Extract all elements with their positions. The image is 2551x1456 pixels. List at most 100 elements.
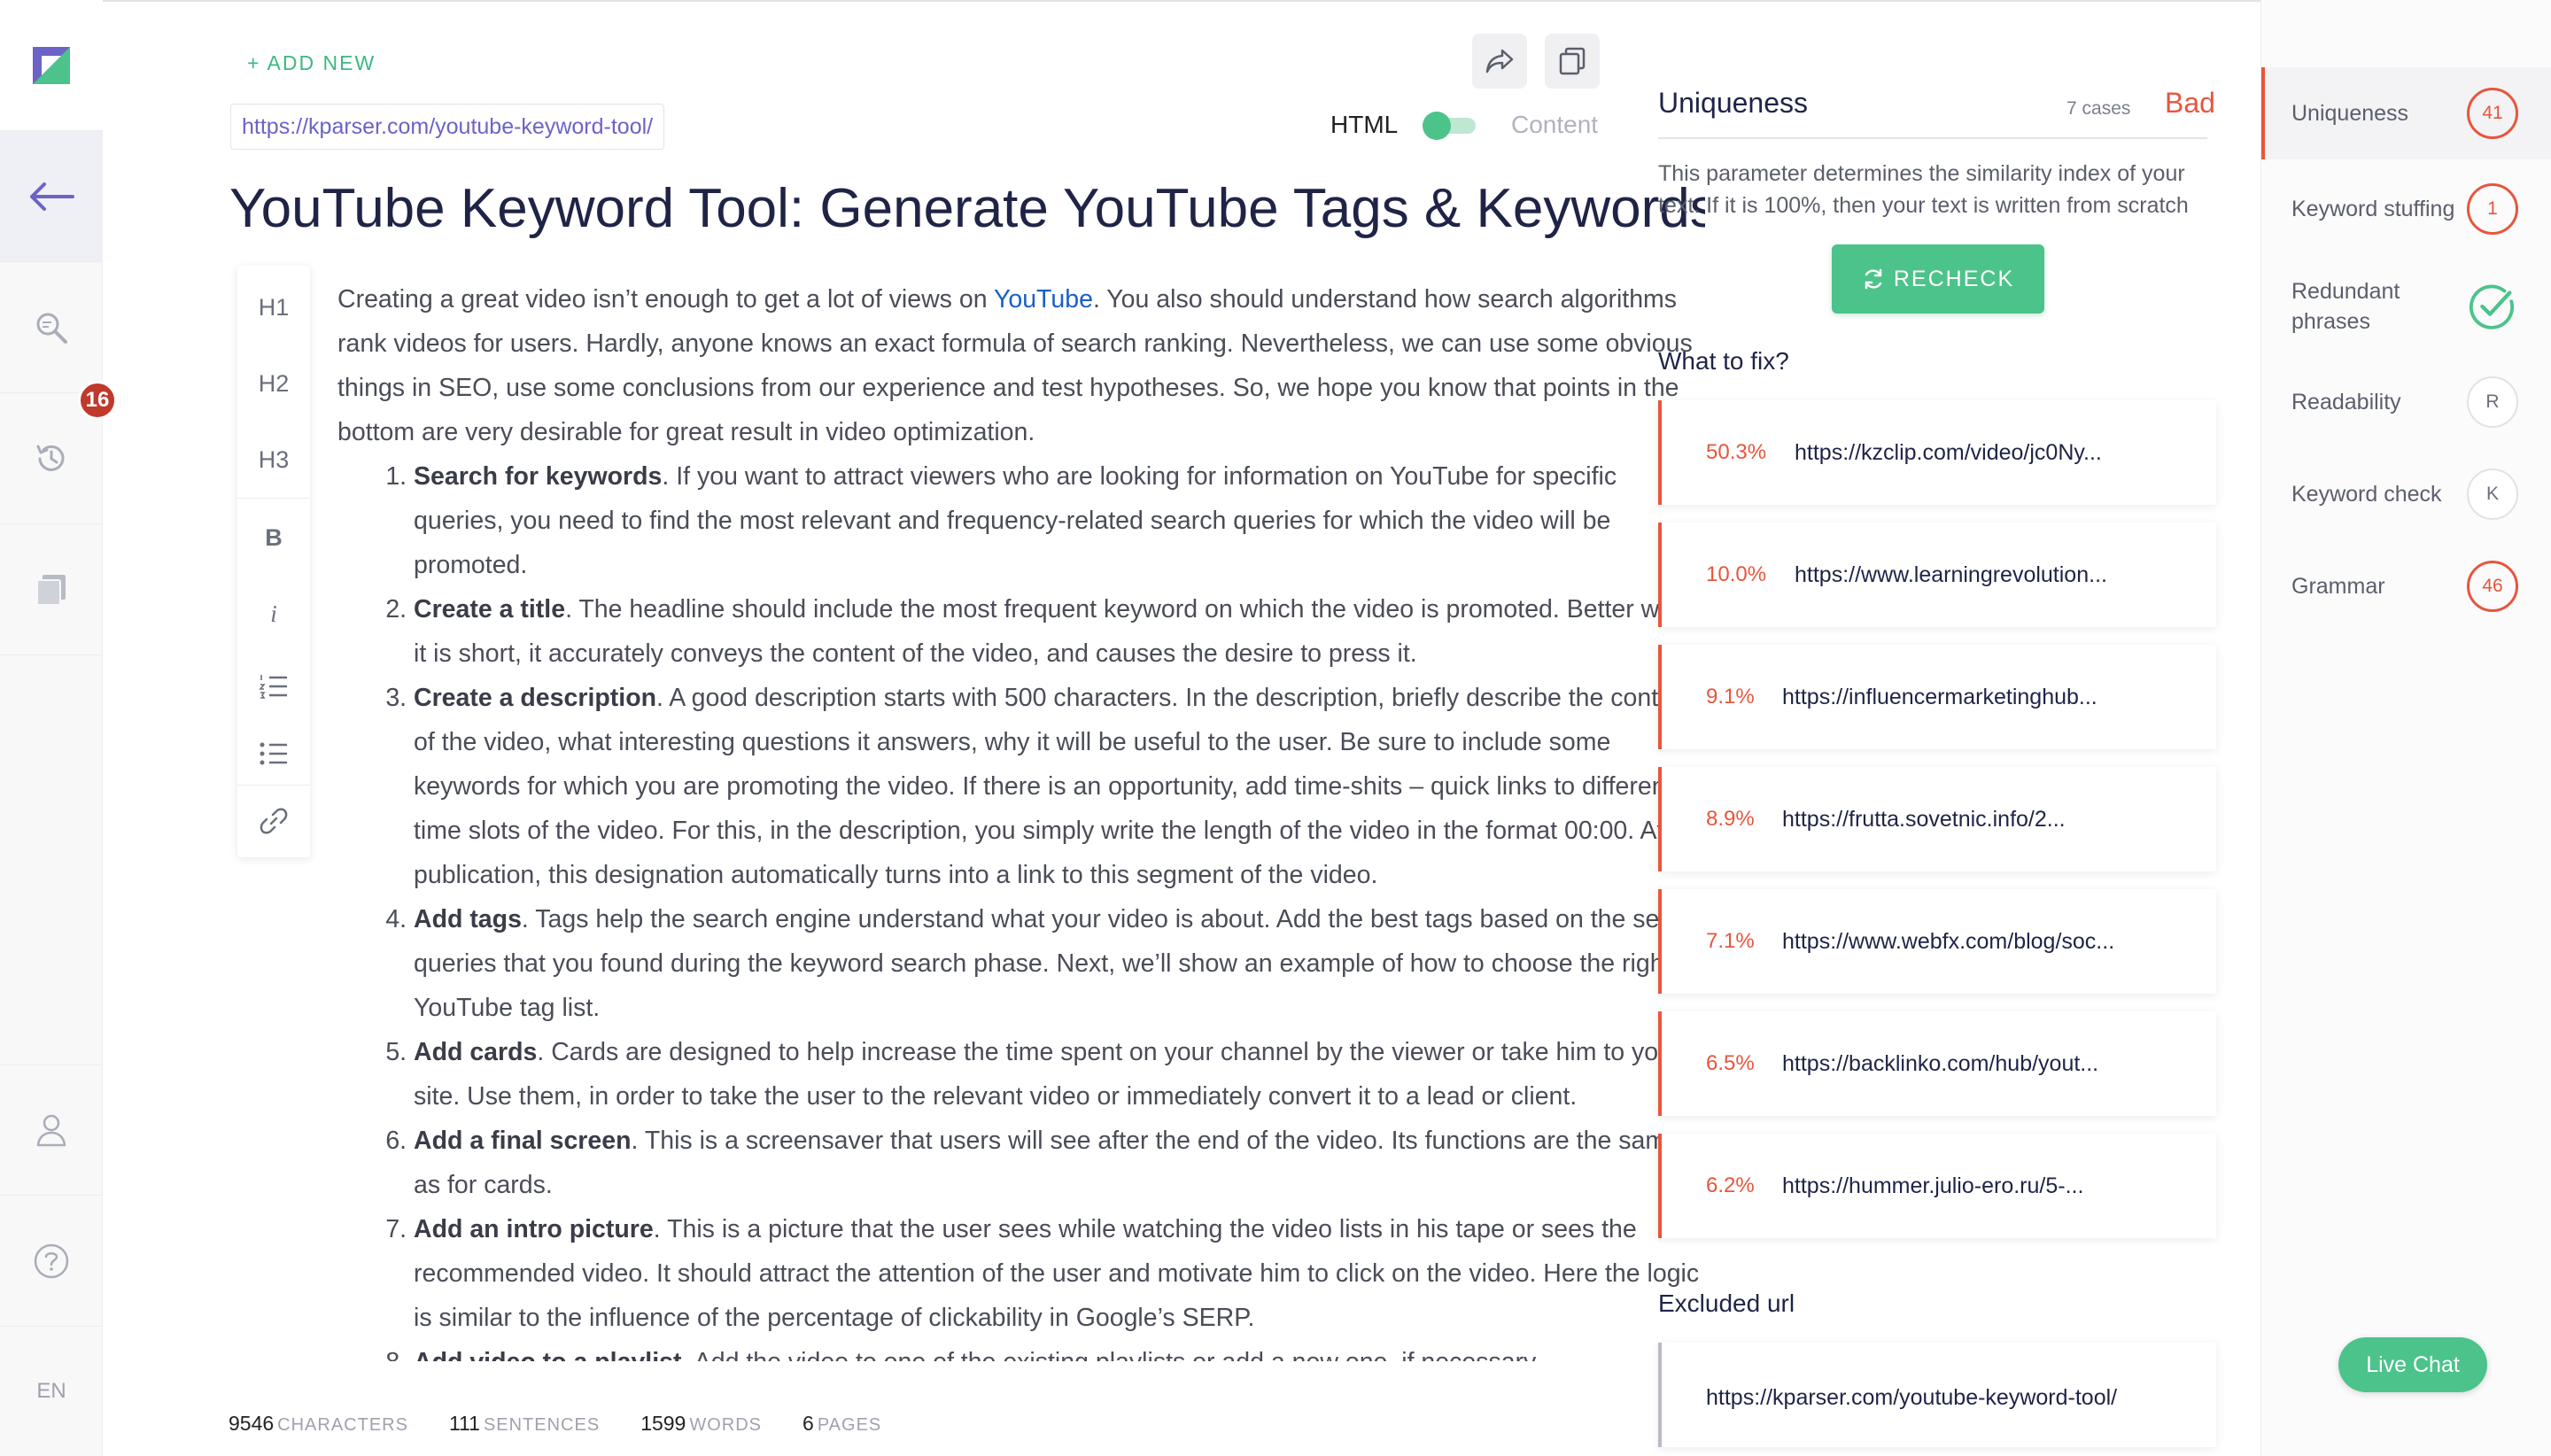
add-new-button[interactable]: + ADD NEW [247, 51, 376, 75]
stat-sentences: 111 SENTENCES [449, 1412, 600, 1436]
stat-label: PAGES [817, 1415, 882, 1435]
optimization-list: Search for keywords. If you want to attr… [337, 454, 1709, 1361]
uniqueness-score: 41 [2467, 88, 2518, 139]
match-card[interactable]: 50.3% https://kzclip.com/video/jc0Ny... [1658, 400, 2216, 505]
panel-divider [1658, 137, 2207, 139]
list-item: Create a description. A good description… [414, 676, 1709, 897]
list-item-heading: Add cards [414, 1038, 538, 1066]
help-icon [34, 1243, 69, 1278]
check-keyword-stuffing[interactable]: Keyword stuffing 1 [2261, 163, 2551, 255]
copy-icon [1559, 47, 1586, 75]
title-clip: YouTube Keyword Tool: Generate YouTube T… [229, 177, 1705, 248]
excluded-url-heading: Excluded url [1658, 1289, 1795, 1317]
refresh-icon [1865, 268, 1882, 290]
match-card[interactable]: 6.5% https://backlinko.com/hub/yout... [1658, 1011, 2216, 1116]
list-item-text: . The headline should include the most f… [414, 595, 1702, 668]
grammar-score: 46 [2467, 561, 2518, 612]
match-percent: 9.1% [1706, 685, 1755, 709]
app-logo[interactable] [0, 0, 103, 131]
share-button[interactable] [1472, 34, 1527, 89]
check-label: Uniqueness [2291, 101, 2409, 126]
match-url: https://kzclip.com/video/jc0Ny... [1795, 439, 2102, 465]
ordered-list-button[interactable] [237, 655, 310, 717]
stat-words: 1599 WORDS [640, 1412, 762, 1436]
match-url: https://www.webfx.com/blog/soc... [1782, 928, 2115, 954]
match-percent: 6.2% [1706, 1173, 1755, 1197]
what-to-fix-heading: What to fix? [1658, 347, 1789, 375]
nav-documents-button[interactable] [0, 524, 103, 655]
match-url: https://www.learningrevolution... [1795, 561, 2107, 587]
intro-paragraph: Creating a great video isn’t enough to g… [337, 277, 1709, 454]
match-percent: 10.0% [1706, 562, 1767, 586]
list-item-heading: Add video to a playlist [414, 1348, 681, 1361]
nav-profile-button[interactable] [0, 1065, 103, 1196]
search-doc-icon [36, 313, 67, 344]
match-percent: 50.3% [1706, 440, 1767, 464]
document-body[interactable]: Creating a great video isn’t enough to g… [337, 277, 1709, 1361]
keyword-check-status: K [2467, 469, 2518, 520]
heading3-button[interactable]: H3 [237, 429, 310, 491]
match-percent: 8.9% [1706, 807, 1755, 831]
view-toggle[interactable] [1423, 112, 1477, 140]
match-card[interactable]: 7.1% https://www.webfx.com/blog/soc... [1658, 889, 2216, 994]
list-item-text: . A good description starts with 500 cha… [414, 684, 1694, 889]
match-card[interactable]: 6.2% https://hummer.julio-ero.ru/5-... [1658, 1134, 2216, 1238]
excluded-url-card[interactable]: https://kparser.com/youtube-keyword-tool… [1658, 1343, 2216, 1447]
stat-value: 111 [448, 1412, 480, 1435]
document-url[interactable]: https://kparser.com/youtube-keyword-tool… [230, 104, 665, 150]
italic-button[interactable]: i [237, 583, 310, 645]
match-url: https://influencermarketinghub... [1782, 684, 2097, 709]
list-item: Add an intro picture. This is a picture … [414, 1207, 1709, 1340]
logo-icon [33, 46, 70, 84]
check-readability[interactable]: Readability R [2261, 356, 2551, 448]
live-chat-button[interactable]: Live Chat [2338, 1337, 2487, 1392]
youtube-link[interactable]: YouTube [994, 285, 1093, 314]
intro-text: Creating a great video isn’t enough to g… [337, 285, 994, 314]
nav-search-button[interactable] [0, 262, 103, 393]
language-switcher[interactable]: EN [0, 1327, 103, 1456]
check-label: Keyword stuffing [2291, 197, 2455, 221]
check-label: Keyword check [2291, 482, 2442, 507]
match-url: https://hummer.julio-ero.ru/5-... [1782, 1173, 2084, 1198]
check-redundant-phrases[interactable]: Redundant phrases [2261, 260, 2551, 352]
list-item: Add video to a playlist. Add the video t… [414, 1340, 1709, 1361]
heading2-button[interactable]: H2 [237, 352, 310, 414]
cases-count: 7 cases [2066, 98, 2131, 119]
link-button[interactable] [237, 790, 310, 852]
check-grammar[interactable]: Grammar 46 [2261, 540, 2551, 632]
list-item-heading: Create a title [414, 595, 566, 623]
content-view-label: Content [1511, 111, 1599, 138]
list-item-heading: Add an intro picture [414, 1215, 654, 1243]
match-card[interactable]: 9.1% https://influencermarketinghub... [1658, 645, 2216, 749]
bullet-list-button[interactable] [237, 723, 310, 785]
document-title[interactable]: YouTube Keyword Tool: Generate YouTube T… [229, 177, 1705, 248]
excluded-url: https://kparser.com/youtube-keyword-tool… [1706, 1385, 2118, 1410]
check-keyword-check[interactable]: Keyword check K [2261, 448, 2551, 540]
stat-value: 1599 [640, 1412, 686, 1435]
list-item-heading: Search for keywords [414, 462, 663, 491]
match-card[interactable]: 8.9% https://frutta.sovetnic.info/2... [1658, 767, 2216, 871]
notification-badge: 16 [78, 381, 117, 420]
redundant-phrases-status [2467, 281, 2518, 332]
nav-help-button[interactable] [0, 1196, 103, 1327]
match-card[interactable]: 10.0% https://www.learningrevolution... [1658, 523, 2216, 627]
stat-value: 6 [803, 1412, 814, 1435]
list-item-heading: Add tags [414, 905, 522, 933]
check-circle-icon [2469, 284, 2515, 329]
panel-description: This parameter determines the similarity… [1658, 161, 2189, 218]
recheck-label: RECHECK [1893, 266, 2015, 291]
back-button[interactable] [0, 131, 103, 262]
editor-area: + ADD NEW https://kparser.com/youtube-ke… [103, 0, 1709, 1456]
app-sidebar: EN [0, 0, 103, 1456]
heading1-button[interactable]: H1 [237, 276, 310, 338]
share-icon [1485, 49, 1514, 74]
list-item: Search for keywords. If you want to attr… [414, 454, 1709, 587]
recheck-button[interactable]: RECHECK [1832, 244, 2044, 314]
ordered-list-icon [259, 675, 287, 699]
stat-label: WORDS [689, 1415, 763, 1435]
bold-button[interactable]: B [237, 507, 310, 569]
check-uniqueness[interactable]: Uniqueness 41 [2261, 67, 2551, 159]
copy-button[interactable] [1545, 34, 1600, 89]
bullet-list-icon [260, 742, 287, 765]
uniqueness-panel: Uniqueness 7 cases Bad This parameter de… [1619, 0, 2260, 1456]
